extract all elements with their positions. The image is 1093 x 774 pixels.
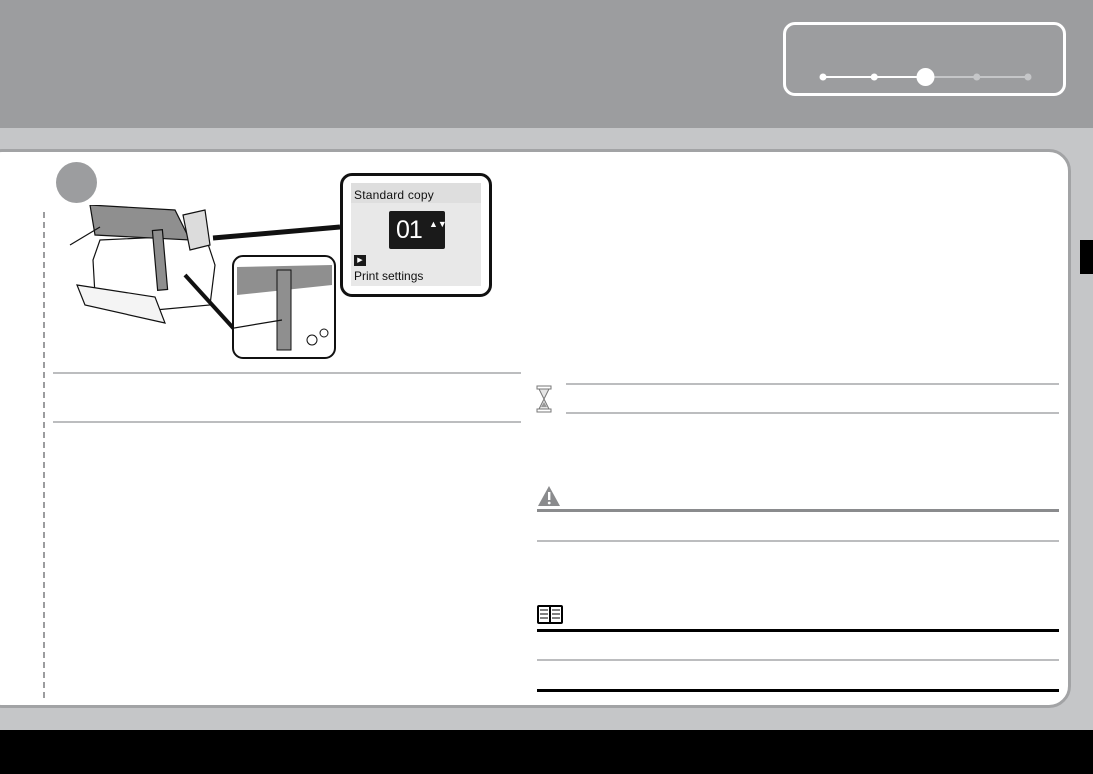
progress-step-current <box>916 68 935 86</box>
book-icon <box>537 605 563 624</box>
page-header <box>0 0 1093 128</box>
step-marker <box>56 162 97 203</box>
copy-count-value: 01 <box>396 216 423 244</box>
divider <box>537 540 1059 542</box>
progress-step <box>1024 73 1032 81</box>
divider <box>537 629 1059 632</box>
zoom-inset-illustration <box>232 255 336 359</box>
progress-step <box>819 73 827 81</box>
lcd-title: Standard copy <box>354 188 434 202</box>
divider <box>566 412 1059 414</box>
header-band <box>0 128 1093 148</box>
section-tab <box>1080 240 1093 274</box>
divider <box>53 372 521 374</box>
progress-step <box>870 73 878 81</box>
lcd-screen: Standard copy 01 ▲▼ ▶ Print settings <box>351 183 481 286</box>
divider <box>537 689 1059 692</box>
divider <box>537 509 1059 512</box>
dashed-guide <box>43 212 45 698</box>
up-down-arrows-icon: ▲▼ <box>429 219 447 229</box>
hourglass-icon <box>536 385 552 413</box>
divider <box>566 383 1059 385</box>
divider <box>53 421 521 423</box>
play-icon: ▶ <box>354 255 366 266</box>
lcd-display: Standard copy 01 ▲▼ ▶ Print settings <box>340 173 492 297</box>
progress-step <box>973 73 981 81</box>
progress-indicator <box>783 22 1066 96</box>
warning-icon <box>538 486 560 506</box>
progress-track <box>819 68 1032 86</box>
copy-count-stepper[interactable]: 01 ▲▼ <box>389 211 447 249</box>
divider <box>537 659 1059 661</box>
lcd-subtitle: Print settings <box>354 269 424 283</box>
page-footer <box>0 730 1093 774</box>
